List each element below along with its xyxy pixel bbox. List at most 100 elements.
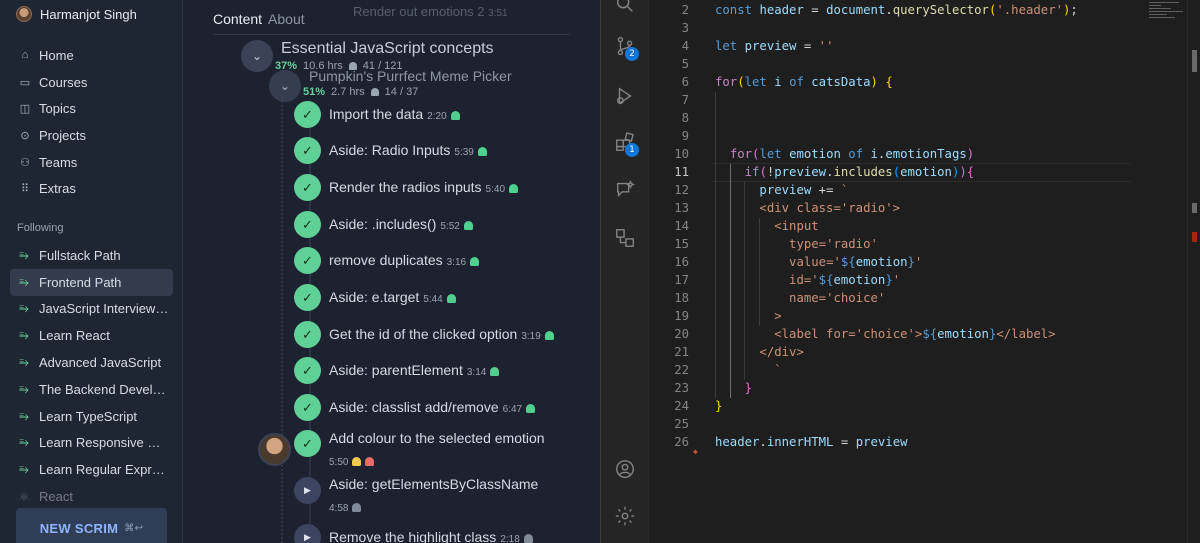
run-debug-icon[interactable]	[613, 84, 637, 108]
chevron-down-icon[interactable]: ⌄	[269, 70, 301, 102]
following-item[interactable]: ⥱ Learn Regular Expre...	[10, 456, 173, 483]
home-icon: ⌂	[21, 49, 29, 62]
chevron-down-icon[interactable]: ⌄	[241, 40, 273, 72]
nav-item-label: Extras	[39, 181, 76, 197]
checkmark-icon: ✓	[294, 101, 321, 128]
tab-about[interactable]: About	[268, 11, 305, 27]
new-scrim-button[interactable]: NEW SCRIM ⌘↩	[16, 508, 167, 543]
following-item[interactable]: ⥱ Frontend Path	[10, 268, 173, 296]
lesson-title: Remove the highlight class	[329, 528, 497, 543]
line-number: 8	[681, 111, 689, 125]
lesson-item[interactable]: ✓ Add colour to the selected emotion 5:50	[294, 430, 545, 470]
remote-explorer-icon[interactable]	[613, 226, 637, 250]
courses-icon: ▭	[19, 76, 31, 89]
following-label: Following	[17, 222, 64, 234]
code-text: preview += `	[759, 183, 849, 197]
line-number: 2	[681, 3, 689, 17]
line-number: 26	[674, 435, 689, 449]
lesson-item[interactable]: ✓ Import the data 2:20	[294, 101, 460, 128]
lesson-item[interactable]: ✓ Render the radios inputs 5:40	[294, 174, 519, 201]
ghost-icon	[544, 330, 554, 340]
subsection-count: 14 / 37	[384, 86, 419, 98]
following-item-label: Advanced JavaScript	[39, 355, 162, 371]
following-item[interactable]: ⚛ React	[10, 483, 173, 510]
editor-scrollbar[interactable]	[1187, 0, 1200, 543]
following-item[interactable]: ⥱ Learn React	[10, 322, 173, 349]
following-item[interactable]: ⥱ Learn TypeScript	[10, 403, 173, 430]
nav-item-extras[interactable]: ⠿ Extras	[10, 175, 173, 202]
diff-marker-icon: ◆	[693, 447, 698, 456]
following-item-label: The Backend Develo...	[39, 381, 169, 397]
ghost-icon	[509, 183, 519, 193]
path-icon: ⥱	[19, 355, 29, 370]
subsection-hours: 2.7 hrs	[331, 86, 365, 98]
nav-item-topics[interactable]: ◫ Topics	[10, 95, 173, 122]
code-line: 24}	[649, 397, 1200, 415]
nav-item-label: Courses	[39, 74, 88, 90]
line-number: 22	[674, 363, 689, 377]
path-icon: ⥱	[19, 328, 29, 343]
line-number: 16	[674, 255, 689, 269]
lesson-title: Aside: Radio Inputs	[329, 141, 451, 158]
lesson-duration: 2:18	[500, 533, 520, 543]
code-line: 17 id='${emotion}'	[649, 271, 1200, 289]
lesson-duration: 5:52	[440, 220, 460, 232]
code-text: id='${emotion}'	[789, 273, 901, 287]
checkmark-icon: ✓	[294, 211, 321, 238]
code-line: 9	[649, 127, 1200, 145]
nav-item-home[interactable]: ⌂ Home	[10, 42, 173, 69]
lesson-item[interactable]: ✓ Aside: classlist add/remove 6:47	[294, 394, 536, 421]
lesson-item[interactable]: ✓ Aside: e.target 5:44	[294, 284, 456, 311]
code-line: 6 for(let i of catsData) {	[649, 73, 1200, 91]
subsection-title: Pumpkin's Purrfect Meme Picker	[309, 68, 512, 84]
minimap[interactable]	[1149, 0, 1189, 30]
nav-item-label: Home	[39, 47, 74, 63]
user-profile[interactable]: Harmanjot Singh	[16, 6, 137, 22]
lesson-item[interactable]: ✓ Aside: parentElement 3:14	[294, 357, 500, 384]
avatar	[258, 433, 291, 466]
lesson-item[interactable]: ▶ Aside: getElementsByClassName 4:58	[294, 476, 538, 516]
line-number: 13	[674, 201, 689, 215]
line-number: 10	[674, 147, 689, 161]
ghost-icon	[477, 146, 487, 156]
code-text: <label for='choice'>${emotion}</label>	[774, 327, 1056, 341]
following-item[interactable]: ⥱ JavaScript Interview ...	[10, 296, 173, 323]
ghost-icon	[450, 110, 460, 120]
lesson-item[interactable]: ✓ Aside: .includes() 5:52	[294, 211, 473, 238]
following-item[interactable]: ⥱ The Backend Develo...	[10, 376, 173, 403]
code-line: 19 >	[649, 307, 1200, 325]
line-number: 25	[674, 417, 689, 431]
code-line: 16 value='${emotion}'	[649, 253, 1200, 271]
scrolled-lesson-ghost: Render out emotions 2 3:51	[353, 4, 508, 19]
code-text: header.innerHTML = preview	[715, 435, 908, 449]
nav-item-projects[interactable]: ⊙ Projects	[10, 122, 173, 149]
lesson-duration: 4:58	[329, 503, 349, 514]
settings-gear-icon[interactable]	[613, 504, 637, 528]
following-item-label: React	[39, 489, 73, 505]
following-item[interactable]: ⥱ Advanced JavaScript	[10, 349, 173, 376]
line-number: 4	[681, 39, 689, 53]
error-marker	[1192, 232, 1197, 242]
code-text: }	[715, 399, 723, 413]
ghost-icon	[352, 503, 362, 512]
tab-content[interactable]: Content	[213, 11, 262, 27]
lesson-item[interactable]: ✓ Aside: Radio Inputs 5:39	[294, 137, 487, 164]
nav-item-teams[interactable]: ⚇ Teams	[10, 149, 173, 176]
lesson-title: Aside: parentElement	[329, 361, 463, 378]
live-share-icon[interactable]	[613, 178, 637, 202]
lesson-item[interactable]: ✓ remove duplicates 3:16	[294, 247, 480, 274]
lesson-item[interactable]: ✓ Get the id of the clicked option 3:19	[294, 321, 554, 348]
following-item[interactable]: ⥱ Fullstack Path	[10, 242, 173, 269]
code-line: 25	[649, 415, 1200, 433]
code-editor[interactable]: 2 const header = document.querySelector('…	[649, 0, 1200, 543]
path-icon: ⥱	[19, 408, 29, 423]
scroll-thumb[interactable]	[1192, 50, 1197, 72]
nav-item-courses[interactable]: ▭ Courses	[10, 69, 173, 96]
code-line: 20 <label for='choice'>${emotion}</label…	[649, 325, 1200, 343]
following-item[interactable]: ⥱ Learn Responsive W...	[10, 430, 173, 457]
account-icon[interactable]	[613, 457, 637, 481]
subsection-header[interactable]: ⌄ Pumpkin's Purrfect Meme Picker 51% 2.7…	[269, 68, 512, 102]
search-icon[interactable]	[613, 0, 637, 16]
lesson-item[interactable]: ▶ Remove the highlight class 2:18	[294, 524, 533, 543]
code-text: value='${emotion}'	[789, 255, 923, 269]
